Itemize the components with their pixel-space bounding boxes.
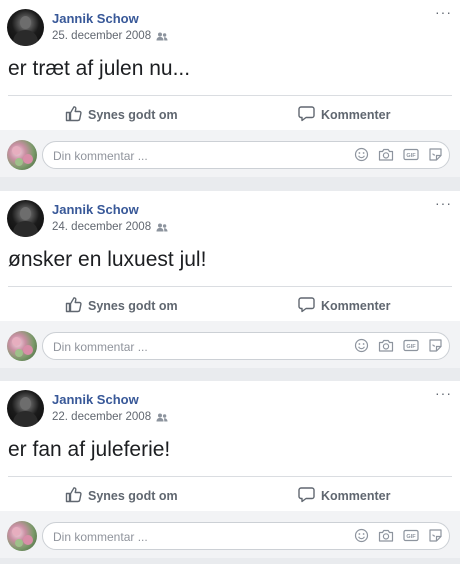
- svg-text:GIF: GIF: [406, 344, 416, 350]
- composer-icons: GIF: [354, 147, 443, 162]
- comment-label: Kommenter: [321, 299, 391, 313]
- thumbs-up-icon: [65, 296, 82, 316]
- comment-composer: Din kommentar ... GIF: [0, 130, 460, 177]
- like-label: Synes godt om: [88, 108, 178, 122]
- camera-icon[interactable]: [378, 147, 394, 162]
- post-meta: 25. december 2008: [52, 30, 168, 42]
- friends-icon[interactable]: [156, 32, 168, 41]
- gif-icon[interactable]: GIF: [403, 338, 419, 353]
- comment-label: Kommenter: [321, 108, 391, 122]
- more-options-icon[interactable]: ···: [435, 196, 452, 210]
- comment-button[interactable]: Kommenter: [298, 296, 390, 316]
- thumbs-up-icon: [65, 105, 82, 125]
- more-options-icon[interactable]: ···: [435, 5, 452, 19]
- gif-icon[interactable]: GIF: [403, 147, 419, 162]
- post-text: er træt af julen nu...: [8, 57, 191, 80]
- author-avatar[interactable]: [7, 200, 44, 237]
- post-3: Jannik Schow 22. december 2008 ··· er fa…: [0, 381, 460, 558]
- sticker-icon[interactable]: [428, 147, 443, 162]
- viewer-avatar: [7, 331, 37, 361]
- comment-composer: Din kommentar ... GIF: [0, 511, 460, 558]
- post-date[interactable]: 24. december 2008: [52, 221, 151, 233]
- emoji-icon[interactable]: [354, 338, 369, 353]
- author-name[interactable]: Jannik Schow: [52, 11, 139, 26]
- author-avatar[interactable]: [7, 390, 44, 427]
- comment-bubble-icon: [298, 105, 315, 125]
- viewer-avatar: [7, 140, 37, 170]
- thumbs-up-icon: [65, 486, 82, 506]
- comment-placeholder: Din kommentar ...: [53, 340, 148, 354]
- comment-input[interactable]: Din kommentar ... GIF: [42, 522, 450, 550]
- divider: [8, 476, 452, 477]
- author-name[interactable]: Jannik Schow: [52, 202, 139, 217]
- friends-icon[interactable]: [156, 413, 168, 422]
- emoji-icon[interactable]: [354, 147, 369, 162]
- like-label: Synes godt om: [88, 489, 178, 503]
- comment-button[interactable]: Kommenter: [298, 105, 390, 125]
- post-date[interactable]: 22. december 2008: [52, 411, 151, 423]
- divider: [8, 95, 452, 96]
- post-text: er fan af juleferie!: [8, 438, 171, 461]
- like-button[interactable]: Synes godt om: [65, 486, 178, 506]
- viewer-avatar: [7, 521, 37, 551]
- sticker-icon[interactable]: [428, 528, 443, 543]
- comment-bubble-icon: [298, 486, 315, 506]
- post-meta: 24. december 2008: [52, 221, 168, 233]
- comment-label: Kommenter: [321, 489, 391, 503]
- comment-placeholder: Din kommentar ...: [53, 530, 148, 544]
- svg-text:GIF: GIF: [406, 534, 416, 540]
- comment-composer: Din kommentar ... GIF: [0, 321, 460, 368]
- emoji-icon[interactable]: [354, 528, 369, 543]
- post-1: Jannik Schow 25. december 2008 ··· er tr…: [0, 0, 460, 177]
- camera-icon[interactable]: [378, 338, 394, 353]
- composer-icons: GIF: [354, 338, 443, 353]
- sticker-icon[interactable]: [428, 338, 443, 353]
- like-button[interactable]: Synes godt om: [65, 296, 178, 316]
- post-date[interactable]: 25. december 2008: [52, 30, 151, 42]
- comment-input[interactable]: Din kommentar ... GIF: [42, 332, 450, 360]
- comment-input[interactable]: Din kommentar ... GIF: [42, 141, 450, 169]
- post-2: Jannik Schow 24. december 2008 ··· ønske…: [0, 191, 460, 368]
- like-button[interactable]: Synes godt om: [65, 105, 178, 125]
- more-options-icon[interactable]: ···: [435, 386, 452, 400]
- comment-placeholder: Din kommentar ...: [53, 149, 148, 163]
- svg-text:GIF: GIF: [406, 153, 416, 159]
- camera-icon[interactable]: [378, 528, 394, 543]
- comment-bubble-icon: [298, 296, 315, 316]
- friends-icon[interactable]: [156, 223, 168, 232]
- post-text: ønsker en luxuest jul!: [8, 248, 207, 271]
- like-label: Synes godt om: [88, 299, 178, 313]
- gif-icon[interactable]: GIF: [403, 528, 419, 543]
- post-meta: 22. december 2008: [52, 411, 168, 423]
- composer-icons: GIF: [354, 528, 443, 543]
- divider: [8, 286, 452, 287]
- author-avatar[interactable]: [7, 9, 44, 46]
- author-name[interactable]: Jannik Schow: [52, 392, 139, 407]
- comment-button[interactable]: Kommenter: [298, 486, 390, 506]
